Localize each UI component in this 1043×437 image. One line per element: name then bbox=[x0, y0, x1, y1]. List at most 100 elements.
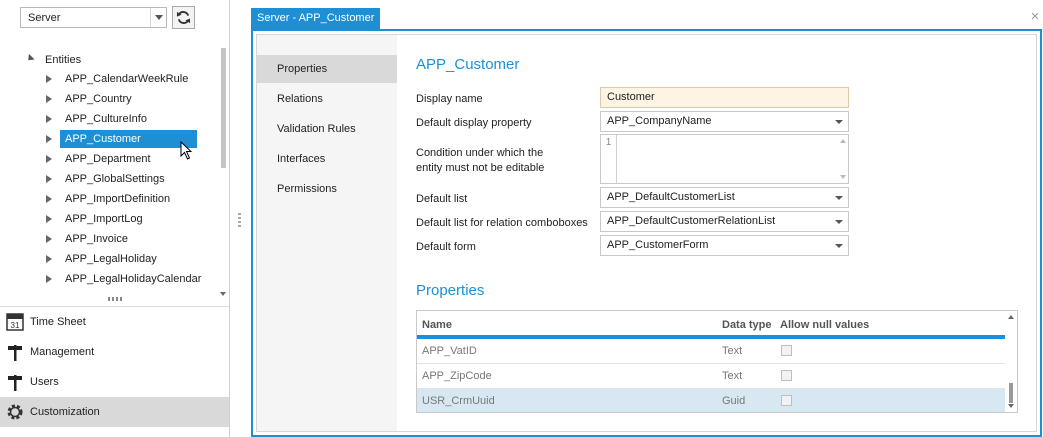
allow-null-checkbox[interactable] bbox=[781, 395, 792, 406]
nav-item-time-sheet[interactable]: 31 Time Sheet bbox=[0, 307, 229, 337]
scroll-down-icon[interactable] bbox=[1008, 404, 1014, 408]
table-row[interactable]: APP_ZipCode Text bbox=[417, 364, 1005, 389]
nav-item-label: Time Sheet bbox=[30, 316, 86, 328]
scrollbar-thumb[interactable] bbox=[1009, 383, 1013, 403]
default-list-label: Default list bbox=[416, 193, 468, 205]
gear-icon bbox=[7, 404, 23, 420]
window-frame: Properties Relations Validation Rules In… bbox=[251, 29, 1042, 437]
scrollbar-thumb[interactable] bbox=[221, 48, 226, 168]
default-form-value: APP_CustomerForm bbox=[607, 239, 709, 251]
splitter-grip[interactable] bbox=[238, 213, 241, 228]
column-header-allow-null[interactable]: Allow null values bbox=[780, 319, 869, 331]
cell-data-type: Text bbox=[722, 370, 743, 382]
expand-arrow-icon[interactable] bbox=[46, 155, 52, 163]
tree-scrollbar[interactable] bbox=[219, 48, 228, 298]
nav-item-label: Customization bbox=[30, 406, 100, 418]
sidebar-item-permissions[interactable]: Permissions bbox=[257, 175, 397, 203]
scroll-down-icon[interactable] bbox=[840, 175, 846, 179]
expand-arrow-icon[interactable] bbox=[46, 175, 52, 183]
expand-arrow-icon[interactable] bbox=[46, 195, 52, 203]
expand-arrow-icon[interactable] bbox=[46, 75, 52, 83]
expand-arrow-icon[interactable] bbox=[25, 53, 35, 64]
expand-arrow-icon[interactable] bbox=[46, 215, 52, 223]
tree-item-label: APP_CalendarWeekRule bbox=[65, 73, 189, 85]
chevron-down-icon[interactable] bbox=[830, 212, 848, 231]
display-name-label: Display name bbox=[416, 93, 483, 105]
allow-null-checkbox[interactable] bbox=[781, 345, 792, 356]
chevron-down-icon[interactable] bbox=[830, 112, 848, 131]
line-number: 1 bbox=[601, 135, 617, 183]
tree-item[interactable]: APP_CultureInfo bbox=[46, 110, 216, 128]
tree-item-label: APP_Customer bbox=[60, 130, 197, 148]
default-list-value: APP_DefaultCustomerList bbox=[607, 191, 735, 203]
column-header-data-type[interactable]: Data type bbox=[722, 319, 772, 331]
sidebar-item-relations[interactable]: Relations bbox=[257, 85, 397, 113]
tree-item-label: APP_Country bbox=[65, 93, 132, 105]
default-list-relation-label: Default list for relation comboboxes bbox=[416, 217, 588, 229]
sidebar-item-interfaces[interactable]: Interfaces bbox=[257, 145, 397, 173]
panel-resize-grip[interactable] bbox=[108, 297, 122, 301]
table-row-selected[interactable]: USR_CrmUuid Guid bbox=[417, 389, 1005, 412]
default-display-property-select[interactable]: APP_CompanyName bbox=[600, 111, 849, 132]
default-list-relation-value: APP_DefaultCustomerRelationList bbox=[607, 215, 776, 227]
window-body: Properties Relations Validation Rules In… bbox=[256, 34, 1037, 432]
tree-item[interactable]: APP_ImportDefinition bbox=[46, 190, 216, 208]
tree-item-label: APP_LegalHoliday bbox=[65, 253, 157, 265]
chevron-down-icon[interactable] bbox=[830, 188, 848, 207]
nav-item-management[interactable]: Management bbox=[0, 337, 229, 367]
editor-scrollbar[interactable] bbox=[839, 137, 847, 181]
tree-item-label: APP_GlobalSettings bbox=[65, 173, 165, 185]
close-icon[interactable]: × bbox=[1028, 9, 1042, 24]
calendar-icon: 31 bbox=[6, 313, 24, 331]
tree-item[interactable]: APP_LegalHoliday bbox=[46, 250, 216, 268]
default-form-select[interactable]: APP_CustomerForm bbox=[600, 235, 849, 256]
chevron-down-icon[interactable] bbox=[150, 8, 166, 27]
editor-window: Server - APP_Customer × Properties Relat… bbox=[251, 8, 1042, 437]
expand-arrow-icon[interactable] bbox=[46, 255, 52, 263]
settings-sidebar: Properties Relations Validation Rules In… bbox=[257, 35, 397, 431]
nav-item-label: Users bbox=[30, 376, 59, 388]
scroll-up-icon[interactable] bbox=[840, 139, 846, 143]
allow-null-checkbox[interactable] bbox=[781, 370, 792, 381]
scroll-down-icon[interactable] bbox=[220, 292, 226, 296]
nav-item-users[interactable]: Users bbox=[0, 367, 229, 397]
tree-root-label: Entities bbox=[45, 54, 82, 66]
mouse-cursor-icon bbox=[180, 141, 193, 160]
sidebar-item-validation-rules[interactable]: Validation Rules bbox=[257, 115, 397, 143]
expand-arrow-icon[interactable] bbox=[46, 95, 52, 103]
column-header-name[interactable]: Name bbox=[422, 319, 452, 331]
nav-item-label: Management bbox=[30, 346, 95, 358]
refresh-button[interactable] bbox=[172, 6, 195, 29]
tree-item-label: APP_ImportDefinition bbox=[65, 193, 171, 205]
condition-code-editor[interactable]: 1 bbox=[600, 134, 849, 184]
expand-arrow-icon[interactable] bbox=[46, 275, 52, 283]
default-list-select[interactable]: APP_DefaultCustomerList bbox=[600, 187, 849, 208]
default-list-relation-select[interactable]: APP_DefaultCustomerRelationList bbox=[600, 211, 849, 232]
expand-arrow-icon[interactable] bbox=[46, 115, 52, 123]
cell-name: APP_ZipCode bbox=[422, 370, 492, 382]
app-root: Server Entities APP_CalendarWeekRule APP… bbox=[0, 0, 1043, 437]
expand-arrow-icon[interactable] bbox=[46, 135, 52, 143]
signpost-icon bbox=[8, 345, 22, 361]
server-select[interactable]: Server bbox=[20, 7, 167, 28]
sidebar-item-properties[interactable]: Properties bbox=[257, 55, 397, 83]
tree-item[interactable]: APP_ImportLog bbox=[46, 210, 216, 228]
table-row[interactable]: APP_VatID Text bbox=[417, 339, 1005, 364]
display-name-field[interactable]: Customer bbox=[600, 87, 849, 108]
tree-item[interactable]: APP_Country bbox=[46, 90, 216, 108]
expand-arrow-icon[interactable] bbox=[46, 235, 52, 243]
tree-item[interactable]: APP_LegalHolidayCalendar bbox=[46, 270, 216, 288]
tree-item[interactable]: APP_CalendarWeekRule bbox=[46, 70, 216, 88]
window-tab[interactable]: Server - APP_Customer bbox=[251, 8, 381, 29]
tree-item[interactable]: APP_GlobalSettings bbox=[46, 170, 216, 188]
chevron-down-icon[interactable] bbox=[830, 236, 848, 255]
cell-data-type: Text bbox=[722, 345, 743, 357]
scroll-up-icon[interactable] bbox=[1008, 315, 1014, 319]
tree-item[interactable]: APP_Invoice bbox=[46, 230, 216, 248]
tree-item-label: APP_LegalHolidayCalendar bbox=[65, 273, 202, 285]
left-panel: Server Entities APP_CalendarWeekRule APP… bbox=[0, 0, 230, 437]
table-scrollbar[interactable] bbox=[1005, 311, 1017, 412]
default-display-property-label: Default display property bbox=[416, 117, 532, 129]
tree-item-label: APP_CultureInfo bbox=[65, 113, 147, 125]
nav-item-customization[interactable]: Customization bbox=[0, 397, 229, 427]
